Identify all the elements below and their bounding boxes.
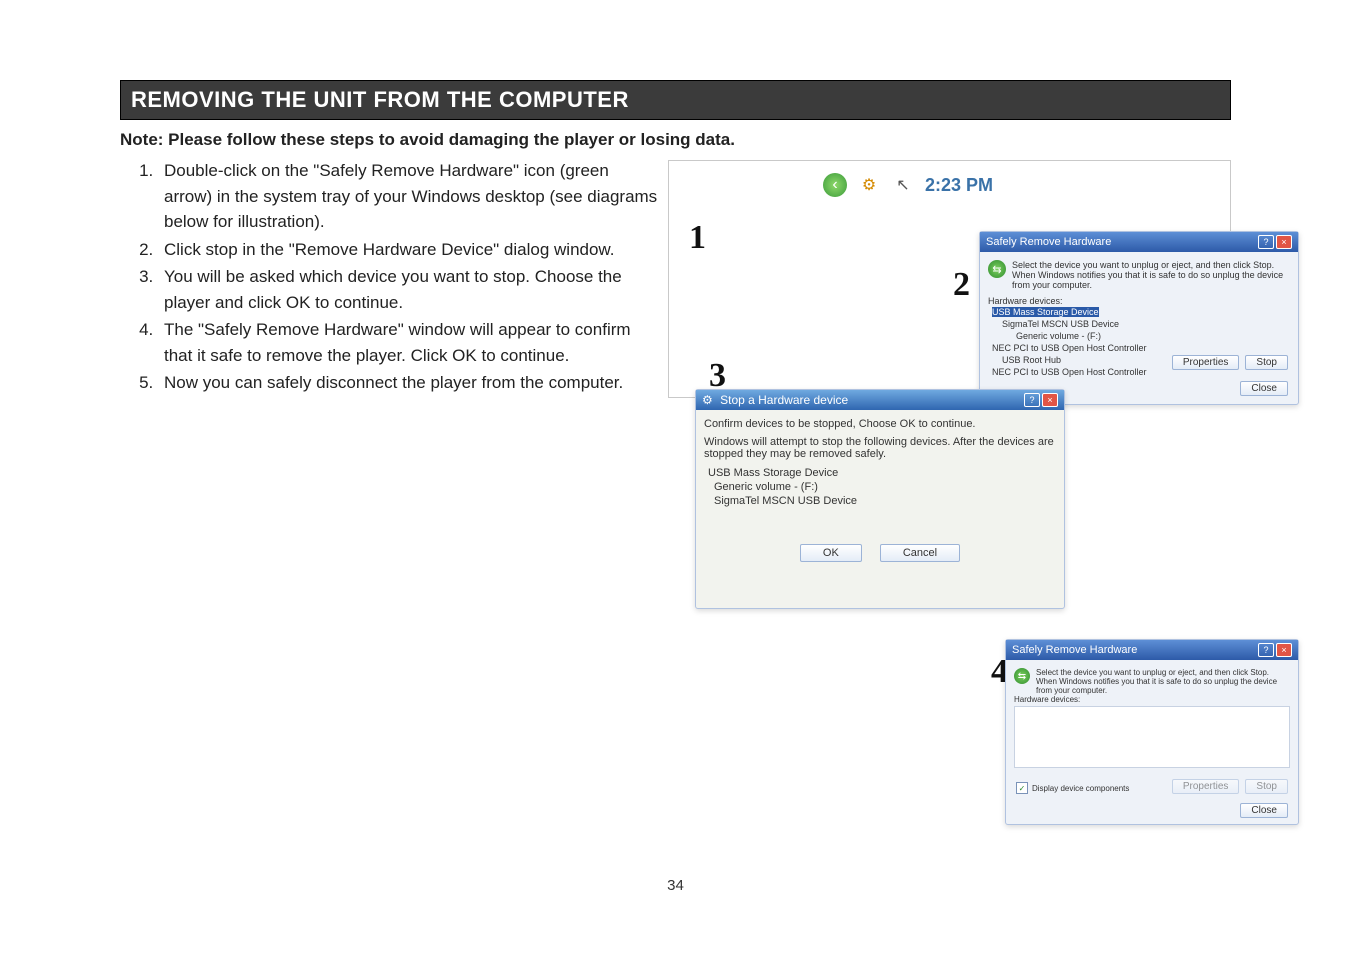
callout-1: 1: [689, 219, 706, 257]
stop-button: Stop: [1245, 779, 1288, 794]
tray-clock: 2:23 PM: [925, 175, 993, 196]
cursor-icon: ↖: [891, 173, 915, 197]
note-text: Note: Please follow these steps to avoid…: [120, 130, 1231, 150]
help-icon[interactable]: ?: [1024, 393, 1040, 407]
step-5: Now you can safely disconnect the player…: [158, 370, 658, 396]
confirm-text: Confirm devices to be stopped, Choose OK…: [704, 418, 1056, 430]
device-item-selected[interactable]: USB Mass Storage Device: [992, 307, 1099, 317]
callout-2: 2: [953, 266, 970, 304]
section-heading: REMOVING THE UNIT FROM THE COMPUTER: [120, 80, 1231, 120]
step-1: Double-click on the "Safely Remove Hardw…: [158, 158, 658, 235]
device-item[interactable]: USB Mass Storage Device: [704, 466, 1056, 480]
device-item[interactable]: SigmaTel MSCN USB Device: [988, 318, 1290, 330]
window-title: Safely Remove Hardware: [1012, 644, 1137, 656]
window-title: Stop a Hardware device: [720, 393, 848, 407]
device-item[interactable]: SigmaTel MSCN USB Device: [704, 494, 1056, 508]
checkbox-label: Display device components: [1032, 784, 1129, 793]
attempt-text: Windows will attempt to stop the followi…: [704, 436, 1056, 460]
device-item[interactable]: NEC PCI to USB Open Host Controller: [988, 342, 1290, 354]
stop-button[interactable]: Stop: [1245, 355, 1288, 370]
system-tray: ‹ ⚙ ↖ 2:23 PM: [823, 173, 1216, 197]
unplug-icon: ⇆: [1014, 668, 1030, 684]
properties-button[interactable]: Properties: [1172, 355, 1240, 370]
close-button[interactable]: Close: [1240, 381, 1288, 396]
device-item[interactable]: Generic volume - (F:): [704, 480, 1056, 494]
properties-button: Properties: [1172, 779, 1240, 794]
window-title: Safely Remove Hardware: [986, 236, 1111, 248]
hardware-label: Hardware devices:: [1014, 695, 1290, 704]
display-components-checkbox[interactable]: ✓: [1016, 782, 1028, 794]
stop-hardware-window: ⚙ Stop a Hardware device ? × Confirm dev…: [695, 389, 1065, 609]
ok-button[interactable]: OK: [800, 544, 862, 562]
figure-panel: ‹ ⚙ ↖ 2:23 PM 1 2 3 4 Safely Remove Hard…: [668, 160, 1231, 398]
close-icon[interactable]: ×: [1276, 235, 1292, 249]
remove-hardware-icon[interactable]: ⚙: [857, 173, 881, 197]
step-4: The "Safely Remove Hardware" window will…: [158, 317, 658, 368]
hardware-label: Hardware devices:: [988, 296, 1290, 306]
cancel-button[interactable]: Cancel: [880, 544, 960, 562]
gear-icon: ⚙: [702, 393, 713, 407]
back-icon[interactable]: ‹: [823, 173, 847, 197]
intro-text: Select the device you want to unplug or …: [1036, 668, 1290, 695]
help-icon[interactable]: ?: [1258, 235, 1274, 249]
safely-remove-window-1: Safely Remove Hardware ? × ⇆ Select the …: [979, 231, 1299, 405]
unplug-icon: ⇆: [988, 260, 1006, 278]
steps-list: Double-click on the "Safely Remove Hardw…: [120, 158, 658, 398]
intro-text: Select the device you want to unplug or …: [1012, 260, 1290, 290]
device-item[interactable]: Generic volume - (F:): [988, 330, 1290, 342]
close-button[interactable]: Close: [1240, 803, 1288, 818]
step-3: You will be asked which device you want …: [158, 264, 658, 315]
device-list-empty: [1014, 706, 1290, 768]
safely-remove-window-2: Safely Remove Hardware ? × ⇆ Select the …: [1005, 639, 1299, 825]
page-number: 34: [0, 877, 1351, 894]
close-icon[interactable]: ×: [1042, 393, 1058, 407]
step-2: Click stop in the "Remove Hardware Devic…: [158, 237, 658, 263]
close-icon[interactable]: ×: [1276, 643, 1292, 657]
help-icon[interactable]: ?: [1258, 643, 1274, 657]
